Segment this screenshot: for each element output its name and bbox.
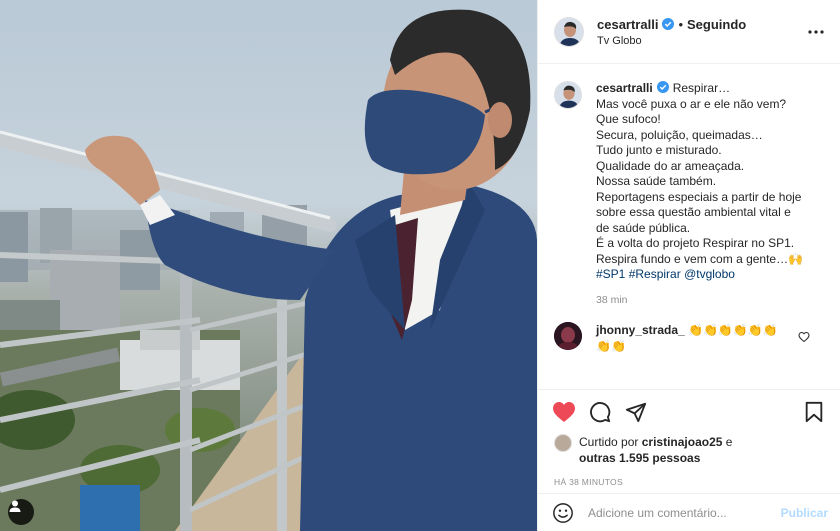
add-comment-bar: Publicar — [538, 493, 840, 531]
comment-button[interactable] — [588, 400, 612, 424]
post-timestamp[interactable]: HÁ 38 MINUTOS — [538, 477, 840, 487]
publish-button[interactable]: Publicar — [781, 506, 828, 520]
photo-illustration — [0, 9, 537, 531]
liked-by-prefix: Curtido por — [579, 435, 639, 449]
caption-line: É a volta do projeto Respirar no SP1. — [596, 236, 795, 250]
post-header: cesartralli • Seguindo Tv Globo — [538, 0, 840, 64]
comments-list[interactable]: cesartralli Respirar… Mas você puxa o ar … — [538, 65, 840, 389]
liked-by-conjunction: e — [725, 435, 733, 449]
save-button[interactable] — [802, 400, 826, 424]
caption-line: de saúde pública. — [596, 220, 691, 235]
more-options-icon — [808, 29, 824, 34]
caption-first-line: cesartralli Respirar… — [596, 81, 811, 97]
hashtag-link[interactable]: #SP1 — [596, 267, 625, 281]
caption-time-ago[interactable]: 38 min — [596, 294, 811, 306]
caption-line: Reportagens especiais a partir de hoje — [596, 189, 802, 204]
comment-input[interactable] — [588, 505, 781, 520]
like-button[interactable] — [552, 400, 576, 424]
share-button[interactable] — [624, 400, 648, 424]
caption-line: Respira fundo e vem com a gente…🙌 — [596, 251, 804, 266]
heart-icon — [553, 402, 575, 422]
comment-body: jhonny_strada_ 👏👏👏👏👏👏👏👏 — [596, 322, 791, 354]
others-likes-link[interactable]: outras 1.595 pessoas — [579, 451, 700, 465]
caption-line: Tudo junto e misturado. — [596, 143, 722, 157]
following-button[interactable]: Seguindo — [687, 17, 746, 32]
verified-icon — [656, 81, 669, 93]
post-caption: cesartralli Respirar… Mas você puxa o ar … — [554, 81, 826, 306]
verified-icon — [662, 18, 675, 30]
action-icons-row — [538, 390, 840, 434]
post-photo[interactable] — [0, 0, 537, 531]
post-location[interactable]: Tv Globo — [597, 35, 746, 47]
comment-item: jhonny_strada_ 👏👏👏👏👏👏👏👏 — [554, 321, 826, 354]
caption-line: Nossa saúde também. — [596, 174, 717, 188]
author-username[interactable]: cesartralli — [597, 17, 658, 32]
more-options-button[interactable] — [806, 22, 826, 42]
comment-icon — [590, 402, 611, 423]
commenter-username[interactable]: jhonny_strada_ — [596, 323, 685, 337]
avatar-image — [555, 17, 583, 46]
caption-hashtags: #SP1 #Respirar @tvglobo — [596, 267, 811, 283]
post-actions-section: Curtido por cristinajoao25 e outras 1.59… — [538, 389, 840, 531]
caption-line: Respirar… — [672, 81, 731, 95]
caption-line: Que sufoco! — [596, 112, 661, 126]
caption-line: Secura, poluição, queimadas… — [596, 127, 763, 142]
caption-line: Mas você puxa o ar e ele não vem? — [596, 96, 787, 111]
avatar-image — [555, 82, 581, 108]
header-separator: • — [678, 16, 683, 32]
emoji-icon[interactable] — [552, 502, 574, 524]
liked-by-username[interactable]: cristinajoao25 — [642, 435, 723, 449]
mention-link[interactable]: @tvglobo — [684, 267, 735, 281]
caption-username[interactable]: cesartralli — [596, 81, 653, 95]
tag-user-button[interactable] — [8, 499, 34, 525]
likes-text: Curtido por cristinajoao25 e outras 1.59… — [579, 434, 732, 466]
author-avatar[interactable] — [554, 16, 584, 47]
caption-line: sobre essa questão ambiental vital e — [596, 205, 791, 219]
share-icon — [625, 402, 647, 423]
header-text: cesartralli • Seguindo Tv Globo — [597, 17, 746, 47]
save-icon — [805, 401, 823, 423]
likes-summary: Curtido por cristinajoao25 e outras 1.59… — [538, 434, 840, 466]
liker-avatar[interactable] — [554, 434, 572, 452]
commenter-avatar[interactable] — [554, 321, 582, 350]
avatar-image — [554, 321, 582, 350]
caption-author-avatar[interactable] — [554, 81, 582, 109]
caption-line: Qualidade do ar ameaçada. — [596, 158, 745, 173]
post-side-panel: cesartralli • Seguindo Tv Globo cesartra… — [537, 0, 840, 531]
tag-user-icon — [9, 500, 21, 512]
comment-like-heart-icon[interactable] — [798, 331, 810, 343]
header-top-row: cesartralli • Seguindo — [597, 17, 746, 32]
hashtag-link[interactable]: #Respirar — [629, 267, 681, 281]
caption-body: cesartralli Respirar… Mas você puxa o ar … — [596, 81, 811, 306]
